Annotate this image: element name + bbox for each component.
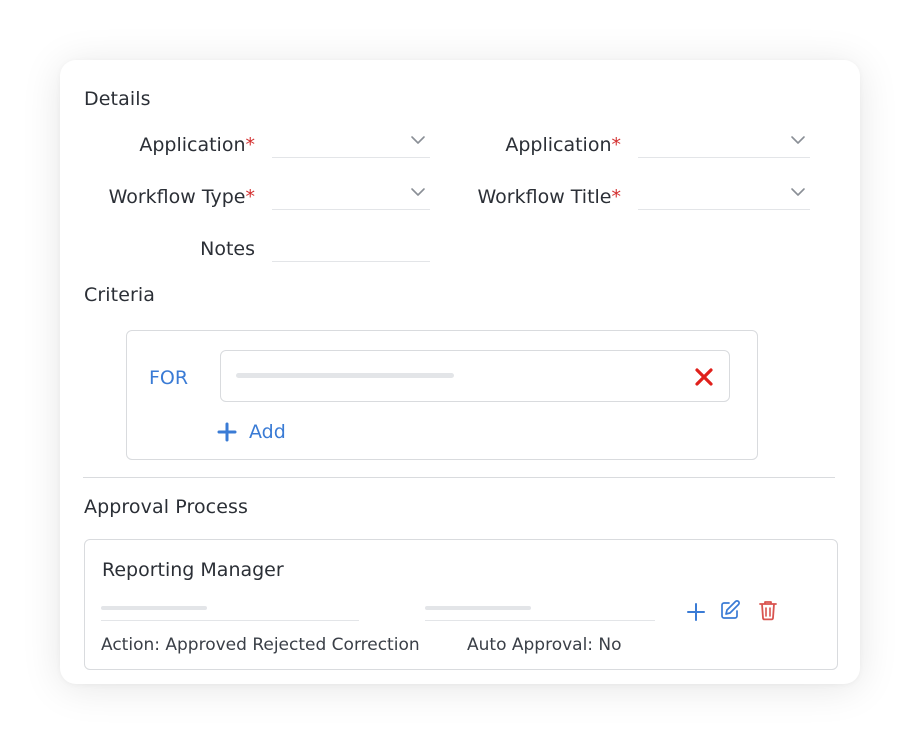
workflow-title-select[interactable] bbox=[638, 184, 810, 210]
plus-icon[interactable] bbox=[684, 600, 708, 624]
auto-approval-text: Auto Approval: No bbox=[467, 635, 622, 655]
trash-icon[interactable] bbox=[756, 598, 780, 622]
application-label-right: Application* bbox=[505, 134, 621, 156]
application-select-right[interactable] bbox=[638, 132, 810, 158]
criteria-box: FOR Add bbox=[126, 330, 758, 460]
chevron-down-icon bbox=[411, 136, 425, 144]
approval-level-field[interactable] bbox=[425, 606, 655, 621]
chevron-down-icon bbox=[411, 188, 425, 196]
approval-process-title: Approval Process bbox=[84, 496, 249, 518]
chevron-down-icon bbox=[791, 188, 805, 196]
approval-step-title: Reporting Manager bbox=[102, 559, 284, 581]
plus-icon bbox=[217, 422, 237, 442]
placeholder-bar bbox=[236, 373, 454, 378]
add-criteria-button[interactable]: Add bbox=[217, 421, 286, 443]
close-icon[interactable] bbox=[693, 366, 715, 388]
placeholder-bar bbox=[101, 606, 207, 610]
workflow-type-label: Workflow Type* bbox=[108, 186, 255, 208]
section-divider bbox=[83, 477, 835, 478]
criteria-input[interactable] bbox=[220, 350, 730, 402]
criteria-title: Criteria bbox=[84, 284, 156, 306]
add-label: Add bbox=[249, 421, 286, 443]
workflow-type-select[interactable] bbox=[272, 184, 430, 210]
details-title: Details bbox=[84, 88, 151, 110]
chevron-down-icon bbox=[791, 136, 805, 144]
workflow-title-label: Workflow Title* bbox=[477, 186, 621, 208]
edit-icon[interactable] bbox=[718, 598, 742, 622]
approval-step-card: Reporting Manager Action: Approved Rejec… bbox=[84, 539, 838, 670]
application-select-left[interactable] bbox=[272, 132, 430, 158]
notes-input[interactable] bbox=[272, 236, 430, 262]
application-label-left: Application* bbox=[139, 134, 255, 156]
action-text: Action: Approved Rejected Correction bbox=[101, 635, 420, 655]
for-label: FOR bbox=[149, 367, 189, 389]
approver-field[interactable] bbox=[101, 606, 359, 621]
placeholder-bar bbox=[425, 606, 531, 610]
notes-label: Notes bbox=[200, 238, 255, 260]
workflow-card: Details Application* Application* Workfl… bbox=[60, 60, 860, 684]
